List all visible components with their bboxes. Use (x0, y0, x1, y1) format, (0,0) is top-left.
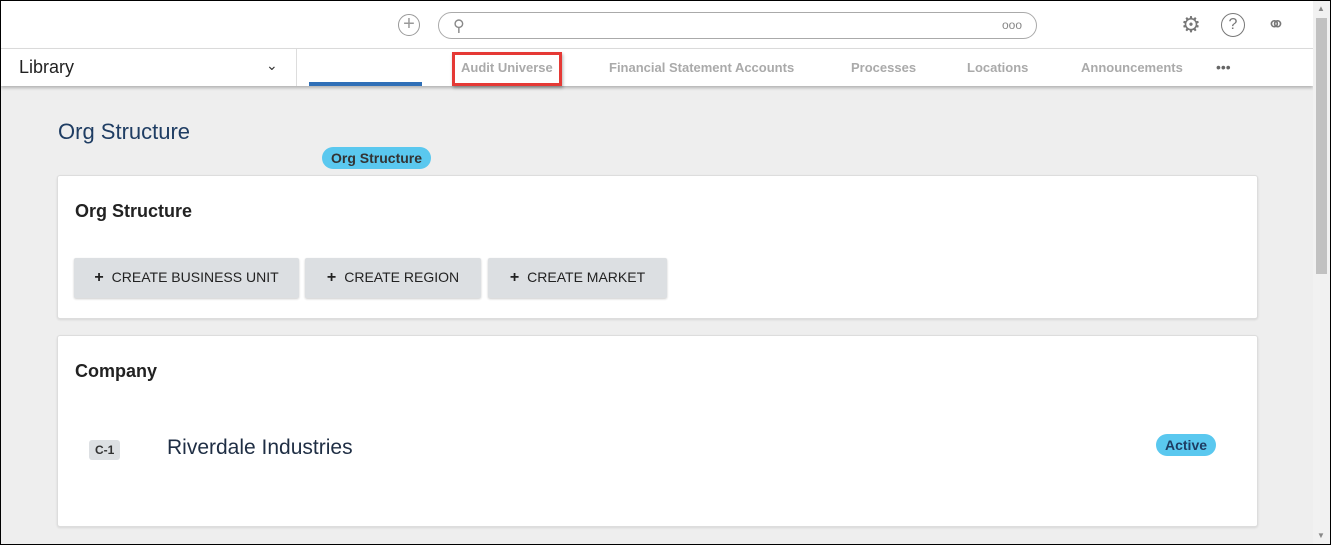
create-region-button[interactable]: + CREATE REGION (305, 258, 481, 298)
company-code-badge: C-1 (89, 440, 121, 460)
tab-locations[interactable]: Locations (967, 60, 1028, 75)
scrollbar-thumb[interactable] (1316, 18, 1327, 274)
scroll-up-icon[interactable]: ▲ (1317, 4, 1325, 13)
company-card: Company C-1 Riverdale Industries Active (57, 335, 1258, 527)
company-name[interactable]: Riverdale Industries (167, 436, 353, 460)
scrollbar[interactable]: ▲ ▼ (1313, 1, 1330, 544)
page-title: Org Structure (58, 119, 191, 144)
plus-icon: + (326, 269, 337, 286)
button-label: CREATE MARKET (527, 269, 646, 285)
status-badge: Active (1156, 434, 1217, 456)
button-label: CREATE BUSINESS UNIT (111, 269, 279, 285)
more-tabs-icon[interactable]: ••• (1216, 59, 1231, 75)
plus-circle-icon[interactable]: + (398, 14, 420, 36)
card-title: Company (75, 361, 158, 381)
org-structure-card: Org Structure + CREATE BUSINESS UNIT + CRE… (57, 175, 1258, 319)
chevron-down-icon[interactable]: ⌄ (266, 57, 278, 74)
top-bar: + ⚲ ooo ⚙ ? ⚭ (1, 1, 1313, 49)
tab-processes[interactable]: Processes (851, 60, 916, 75)
gear-icon[interactable]: ⚙ (1179, 13, 1203, 37)
card-title: Org Structure (75, 201, 193, 221)
scroll-down-icon[interactable]: ▼ (1317, 531, 1325, 540)
help-icon[interactable]: ? (1221, 13, 1245, 37)
tab-financial-statement-accounts[interactable]: Financial Statement Accounts (609, 60, 794, 75)
tab-announcements[interactable]: Announcements (1081, 60, 1183, 75)
search-icon: ⚲ (453, 18, 465, 35)
create-business-unit-button[interactable]: + CREATE BUSINESS UNIT (74, 258, 299, 298)
search-options-icon[interactable]: ooo (1002, 18, 1022, 32)
tab-org-structure[interactable]: Org Structure (322, 147, 432, 169)
plus-icon: + (509, 269, 520, 286)
create-market-button[interactable]: + CREATE MARKET (488, 258, 667, 298)
plus-icon: + (94, 269, 104, 286)
app-window: + ⚲ ooo ⚙ ? ⚭ Library ⌄ Org Structure Au… (1, 1, 1330, 544)
button-label: CREATE REGION (344, 269, 460, 285)
highlight-box (452, 52, 562, 86)
library-dropdown[interactable]: Library (19, 57, 74, 78)
search-input[interactable]: ⚲ ooo (438, 12, 1037, 39)
active-tab-indicator (309, 82, 422, 86)
nav-bar: Library ⌄ Org Structure Audit Universe F… (1, 49, 1313, 169)
user-icon[interactable]: ⚭ (1264, 13, 1288, 37)
divider (296, 49, 297, 86)
